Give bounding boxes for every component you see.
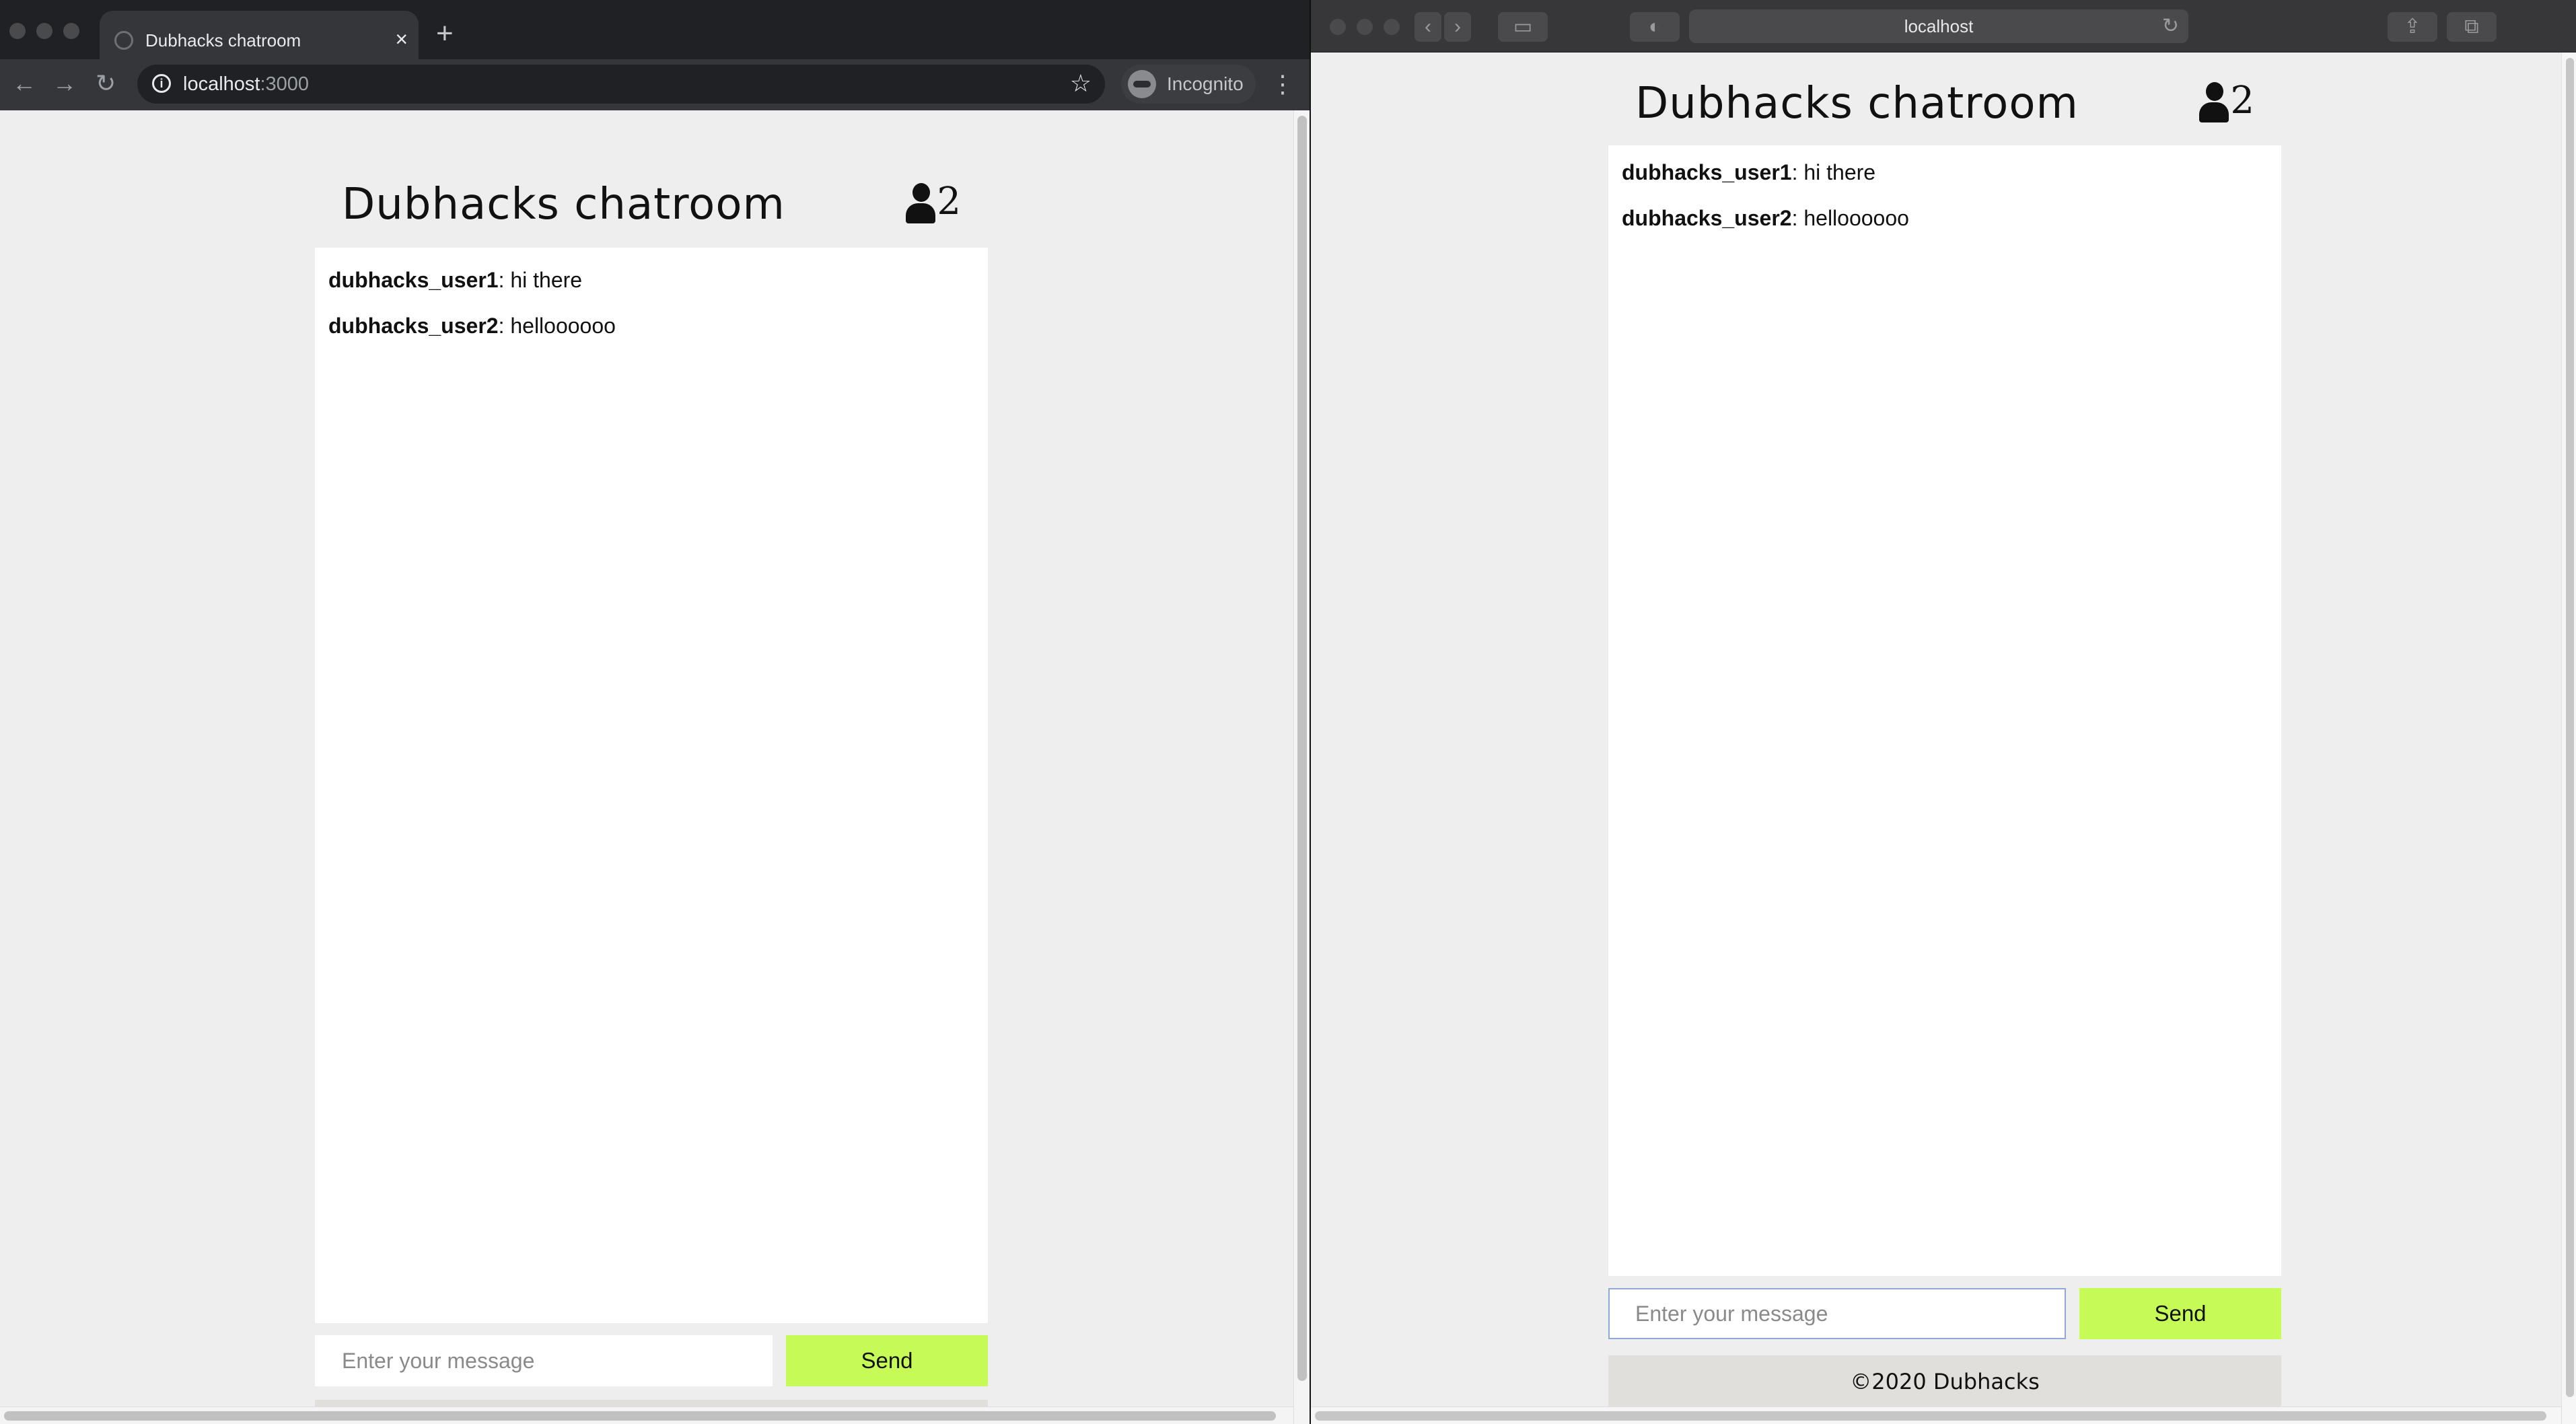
incognito-label: Incognito	[1167, 73, 1244, 94]
safari-page: Dubhacks chatroom 2 dubhacks_user1: hi t…	[1311, 52, 2576, 1424]
vertical-scrollbar[interactable]	[1293, 110, 1310, 1424]
chat-title: Dubhacks chatroom	[1635, 79, 2079, 129]
safari-window-controls	[1330, 19, 1400, 35]
chrome-tab-title: Dubhacks chatroom	[145, 30, 301, 50]
new-tab-button[interactable]: +	[436, 19, 454, 48]
reload-icon[interactable]: ↻	[96, 67, 116, 100]
chat-header: Dubhacks chatroom 2	[315, 157, 988, 248]
back-chevron-icon[interactable]: ‹	[1415, 12, 1441, 42]
bookmark-star-icon[interactable]: ☆	[1070, 69, 1092, 98]
message-input[interactable]	[1608, 1288, 2066, 1339]
message-list: dubhacks_user1: hi there dubhacks_user2:…	[1608, 145, 2281, 1276]
back-arrow-icon[interactable]: ←	[12, 67, 36, 100]
message-username: dubhacks_user1	[1622, 160, 1792, 184]
desktop: Dubhacks chatroom × + ← → ↻ i localhost:…	[0, 0, 2576, 1424]
sidebar-icon[interactable]: ▭	[1498, 12, 1548, 42]
chrome-url[interactable]: localhost:3000	[183, 70, 309, 98]
safari-url[interactable]: localhost	[1689, 9, 2188, 43]
incognito-icon	[1128, 70, 1156, 98]
close-window-button[interactable]	[1330, 19, 1346, 35]
user-count-value: 2	[2230, 79, 2254, 122]
message-username: dubhacks_user2	[1622, 206, 1792, 230]
chat-footer: ©2020 Dubhacks	[1608, 1355, 2281, 1408]
url-host: localhost	[183, 73, 260, 95]
message-item: dubhacks_user1: hi there	[1622, 159, 2268, 186]
user-icon	[906, 183, 936, 223]
safari-window: ‹ › ▭ ◐ localhost ↻ ⇪ ⧉ Dubhacks chatroo…	[1310, 0, 2576, 1424]
zoom-window-button[interactable]	[1384, 19, 1400, 35]
message-text: : helloooooo	[1791, 206, 1909, 230]
close-window-button[interactable]	[9, 23, 26, 39]
globe-icon	[114, 31, 133, 50]
close-tab-icon[interactable]: ×	[395, 26, 408, 52]
chrome-address-bar[interactable]: i localhost:3000 ☆	[137, 65, 1105, 104]
chrome-window: Dubhacks chatroom × + ← → ↻ i localhost:…	[0, 0, 1310, 1424]
message-text: : helloooooo	[498, 314, 616, 338]
message-composer: Send	[315, 1335, 988, 1386]
message-item: dubhacks_user2: helloooooo	[328, 312, 974, 339]
message-username: dubhacks_user2	[328, 314, 499, 338]
incognito-indicator[interactable]: Incognito	[1121, 65, 1256, 104]
send-button[interactable]: Send	[2079, 1288, 2281, 1339]
minimize-window-button[interactable]	[1357, 19, 1373, 35]
online-user-count: 2	[906, 180, 961, 223]
share-icon[interactable]: ⇪	[2388, 12, 2437, 42]
forward-arrow-icon[interactable]: →	[52, 67, 77, 100]
forward-chevron-icon[interactable]: ›	[1444, 12, 1471, 42]
url-port: :3000	[260, 73, 310, 95]
reload-icon[interactable]: ↻	[2162, 9, 2179, 43]
safari-toolbar: ‹ › ▭ ◐ localhost ↻ ⇪ ⧉	[1311, 0, 2576, 52]
message-item: dubhacks_user1: hi there	[328, 266, 974, 293]
chrome-window-controls	[9, 23, 79, 39]
chrome-page: Dubhacks chatroom 2 dubhacks_user1: hi t…	[0, 110, 1310, 1424]
tabs-overview-icon[interactable]: ⧉	[2447, 12, 2497, 42]
horizontal-scrollbar[interactable]	[0, 1407, 1293, 1424]
privacy-shield-icon[interactable]: ◐	[1630, 12, 1680, 42]
vertical-scrollbar[interactable]	[2561, 52, 2576, 1424]
more-menu-icon[interactable]: ⋮	[1271, 69, 1295, 100]
message-composer: Send	[1608, 1288, 2281, 1339]
message-text: : hi there	[1791, 160, 1876, 184]
chrome-toolbar: ← → ↻ i localhost:3000 ☆ Incognito ⋮	[0, 59, 1310, 110]
chat-title: Dubhacks chatroom	[342, 180, 785, 229]
message-input[interactable]	[315, 1335, 773, 1386]
message-item: dubhacks_user2: helloooooo	[1622, 205, 2268, 232]
send-button[interactable]: Send	[786, 1335, 988, 1386]
zoom-window-button[interactable]	[63, 23, 79, 39]
message-text: : hi there	[498, 268, 583, 292]
info-icon[interactable]: i	[152, 74, 171, 93]
user-icon	[2199, 82, 2229, 122]
user-count-value: 2	[937, 180, 961, 223]
chrome-tabstrip: Dubhacks chatroom × +	[0, 0, 1310, 67]
message-username: dubhacks_user1	[328, 268, 499, 292]
chat-header: Dubhacks chatroom 2	[1608, 52, 2281, 145]
minimize-window-button[interactable]	[36, 23, 52, 39]
message-list: dubhacks_user1: hi there dubhacks_user2:…	[315, 248, 988, 1323]
safari-address-bar[interactable]: localhost ↻	[1689, 9, 2188, 43]
horizontal-scrollbar[interactable]	[1311, 1407, 2561, 1424]
online-user-count: 2	[2199, 79, 2254, 122]
